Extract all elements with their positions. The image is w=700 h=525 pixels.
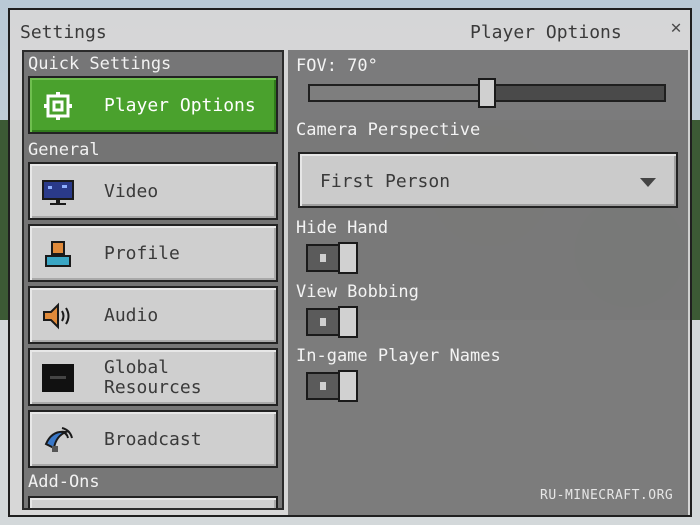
fov-slider-fill bbox=[310, 86, 487, 100]
evo-icon bbox=[42, 364, 74, 392]
window-title: Settings bbox=[20, 22, 107, 43]
title-bar: Settings Player Options ✕ bbox=[10, 10, 690, 54]
camera-perspective-dropdown[interactable]: First Person bbox=[298, 152, 678, 208]
sidebar-item-label: Audio bbox=[104, 305, 159, 326]
sidebar-item-global-resources[interactable]: Global Resources bbox=[28, 348, 278, 406]
sidebar-item-label: Global Resources bbox=[104, 357, 202, 398]
monitor-icon bbox=[42, 180, 74, 205]
toggle-knob bbox=[338, 370, 358, 402]
view-bobbing-label: View Bobbing bbox=[296, 282, 419, 302]
camera-perspective-value: First Person bbox=[320, 171, 451, 192]
close-button[interactable]: ✕ bbox=[666, 18, 686, 38]
toggle-indicator bbox=[320, 382, 326, 390]
toggle-indicator bbox=[320, 254, 326, 262]
sidebar-item-player-options[interactable]: Player Options bbox=[28, 76, 278, 134]
page-title: Player Options bbox=[470, 22, 622, 43]
ingame-player-names-toggle[interactable] bbox=[306, 370, 358, 402]
player-options-panel: FOV: 70° Camera Perspective First Person… bbox=[288, 50, 688, 515]
fov-slider-thumb[interactable] bbox=[478, 78, 496, 108]
watermark: RU-MINECRAFT.ORG bbox=[540, 488, 674, 503]
section-label-general: General bbox=[28, 140, 100, 160]
sidebar-item-label: Player Options bbox=[104, 95, 256, 116]
settings-window: Settings Player Options ✕ Quick Settings… bbox=[8, 8, 692, 517]
sidebar-item-video[interactable]: Video bbox=[28, 162, 278, 220]
sidebar-item-addons-partial[interactable] bbox=[28, 496, 278, 508]
toggle-knob bbox=[338, 306, 358, 338]
satellite-dish-icon bbox=[44, 427, 73, 452]
chevron-down-icon bbox=[640, 178, 656, 187]
settings-sidebar[interactable]: Quick Settings Player Options General Vi… bbox=[22, 50, 284, 510]
hide-hand-label: Hide Hand bbox=[296, 218, 389, 238]
sidebar-item-profile[interactable]: Profile bbox=[28, 224, 278, 282]
camera-perspective-label: Camera Perspective bbox=[296, 120, 481, 140]
sidebar-item-broadcast[interactable]: Broadcast bbox=[28, 410, 278, 468]
toggle-indicator bbox=[320, 318, 326, 326]
gear-icon bbox=[44, 92, 72, 120]
sidebar-item-audio[interactable]: Audio bbox=[28, 286, 278, 344]
fov-slider[interactable] bbox=[308, 78, 666, 108]
profile-icon bbox=[45, 241, 71, 267]
close-icon: ✕ bbox=[670, 17, 682, 38]
sidebar-item-label: Profile bbox=[104, 243, 180, 264]
ingame-player-names-label: In-game Player Names bbox=[296, 346, 501, 366]
toggle-knob bbox=[338, 242, 358, 274]
view-bobbing-toggle[interactable] bbox=[306, 306, 358, 338]
hide-hand-toggle[interactable] bbox=[306, 242, 358, 274]
speaker-icon bbox=[43, 302, 70, 330]
fov-label: FOV: 70° bbox=[296, 56, 378, 76]
sidebar-item-label: Broadcast bbox=[104, 429, 202, 450]
sidebar-item-label: Video bbox=[104, 181, 159, 202]
section-label-addons: Add-Ons bbox=[28, 472, 100, 492]
section-label-quick-settings: Quick Settings bbox=[28, 54, 172, 74]
